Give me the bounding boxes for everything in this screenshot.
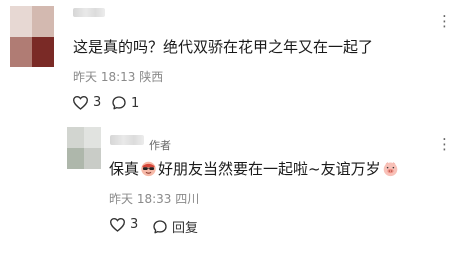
more-options-icon[interactable]: ⋮ [437, 12, 452, 30]
like-button[interactable]: 3 [72, 95, 101, 110]
like-count: 3 [93, 95, 102, 110]
reply-meta: 昨天 18:33 四川 [109, 190, 199, 207]
heart-icon [72, 96, 89, 110]
heart-icon [109, 218, 126, 232]
comment-username[interactable] [73, 8, 105, 17]
comment-bubble-icon [112, 96, 126, 110]
comment-meta: 昨天 18:13 陕西 [73, 68, 163, 85]
reply-text-part2: 好朋友当然要在一起啦~友谊万岁 [158, 160, 381, 178]
more-options-icon[interactable]: ⋮ [437, 135, 452, 153]
comment-bubble-icon [153, 219, 167, 233]
reply-time: 昨天 18:33 [109, 192, 172, 206]
reply-button[interactable]: 回复 [152, 217, 198, 236]
reply-location: 四川 [175, 192, 200, 206]
pig-emoji-icon [383, 162, 397, 177]
reply-like-count: 3 [130, 217, 139, 232]
reply-text: 保真 好朋友当然要在一起啦~友谊万岁 [109, 158, 400, 179]
reply-count: 1 [131, 95, 140, 111]
comment-text: 这是真的吗？绝代双骄在花甲之年又在一起了 [73, 38, 374, 56]
comment-location: 陕西 [139, 70, 164, 84]
reply-text-part1: 保真 [109, 160, 140, 178]
reply-like-button[interactable]: 3 [109, 217, 138, 232]
sunglasses-emoji-icon [141, 161, 156, 177]
reply-count-button[interactable]: 1 [111, 95, 139, 111]
reply-label: 回复 [172, 221, 199, 236]
avatar[interactable] [10, 6, 54, 67]
reply-avatar[interactable] [67, 127, 101, 169]
author-badge: 作者 [149, 139, 171, 152]
comment-time: 昨天 18:13 [73, 70, 136, 84]
reply-username[interactable] [110, 135, 144, 145]
